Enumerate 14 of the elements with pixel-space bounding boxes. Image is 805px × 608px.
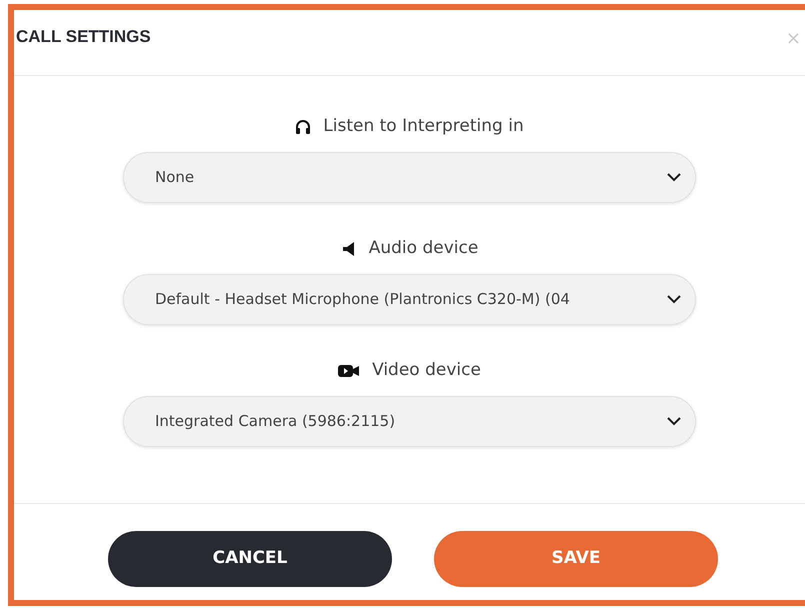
dropdown-field[interactable]: Default - Headset Microphone (Plantronics C320-M) (04 xyxy=(123,274,696,325)
dropdown-field[interactable]: Integrated Camera (5986:2115) xyxy=(123,396,696,447)
dropdown-field[interactable]: None xyxy=(123,152,696,203)
field-label: Audio device xyxy=(368,237,478,260)
speaker-icon xyxy=(340,241,357,257)
chevron-down-icon xyxy=(667,417,681,426)
headphones-icon xyxy=(295,119,312,135)
dialog-title: CALL SETTINGS xyxy=(16,26,151,48)
field-label: Listen to Interpreting in xyxy=(323,115,524,138)
video-camera-icon xyxy=(338,364,360,378)
chevron-down-icon xyxy=(667,173,681,182)
cancel-button[interactable]: CANCEL xyxy=(108,531,392,587)
chevron-down-icon xyxy=(667,295,681,304)
field-label: Video device xyxy=(372,359,481,382)
